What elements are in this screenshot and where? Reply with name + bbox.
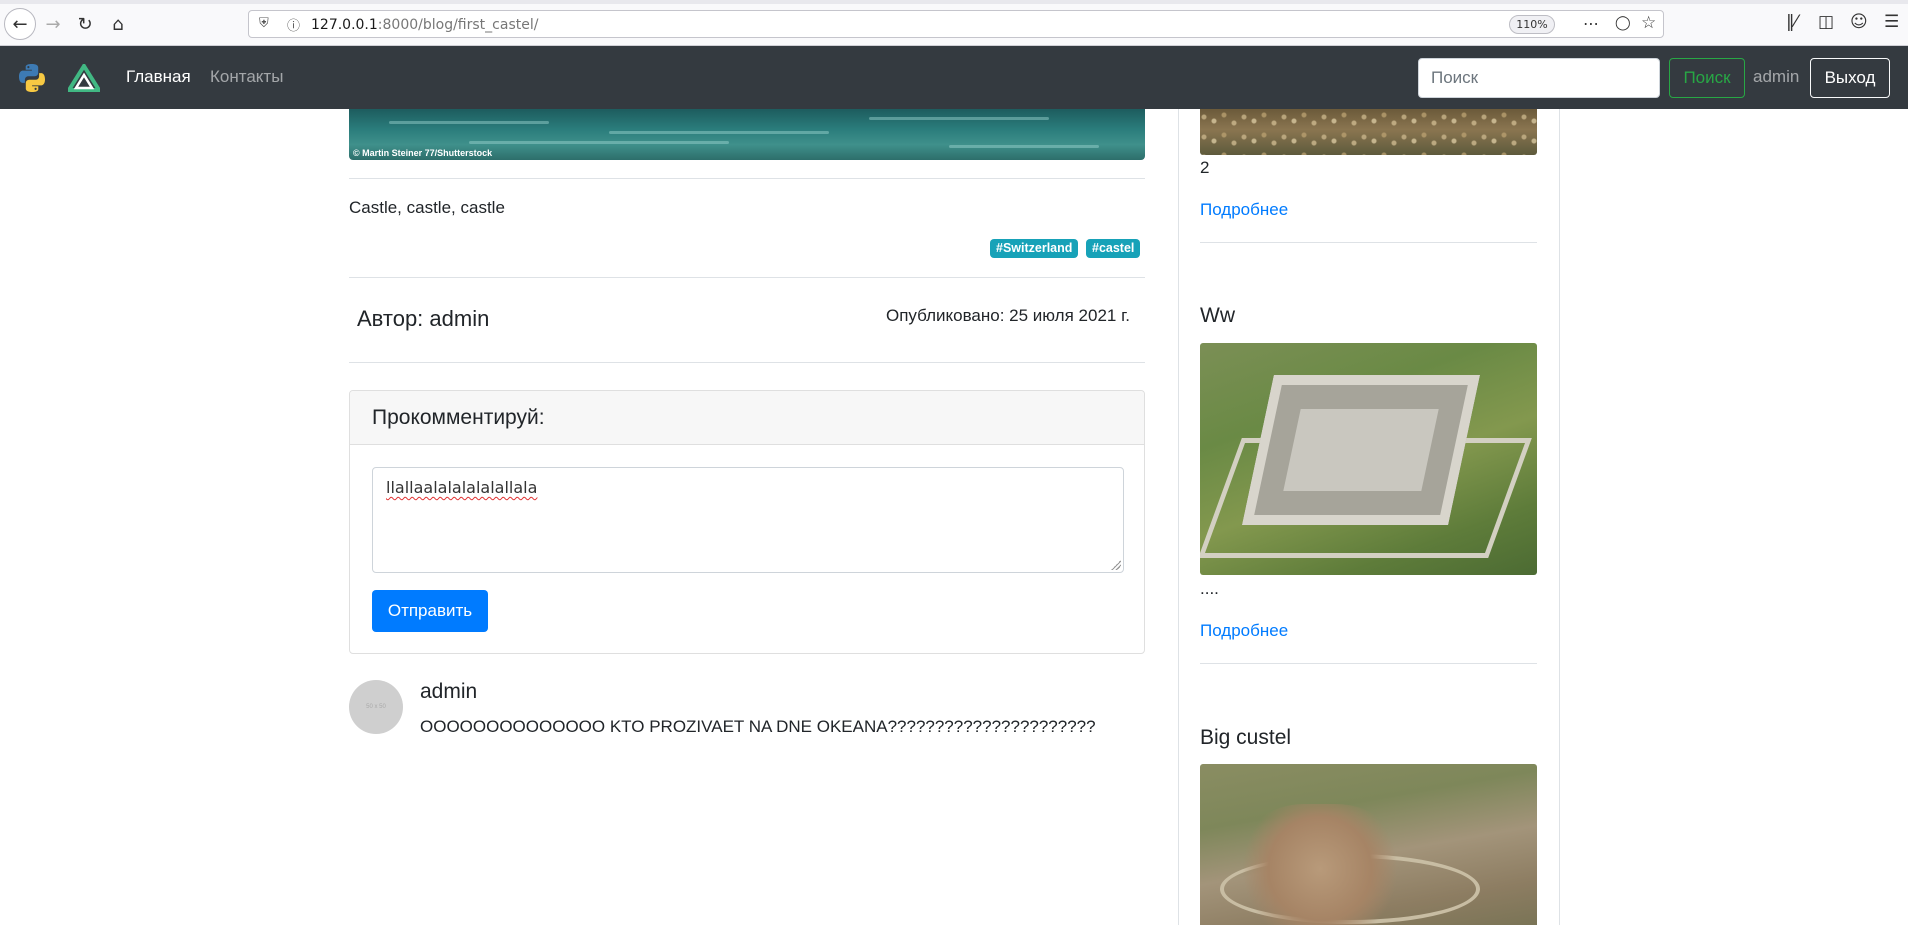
resize-handle-icon[interactable] — [1111, 560, 1121, 570]
shield-icon[interactable]: ⛨ — [259, 16, 269, 31]
divider — [349, 277, 1145, 278]
address-bar[interactable]: ⛨ ⓘ 127.0.0.1:8000/blog/first_castel/ 11… — [248, 10, 1664, 38]
nav-username[interactable]: admin — [1753, 67, 1799, 87]
divider — [1200, 242, 1537, 243]
comment-form-card: Прокомментируй: llallaalalalalalallala О… — [349, 390, 1145, 654]
comment-body: OOOOOOOOOOOOOO KTO PROZIVAET NA DNE OKEA… — [420, 717, 1096, 736]
vue-logo-icon[interactable] — [68, 64, 100, 92]
url-host: 127.0.0.1 — [311, 17, 378, 33]
browser-toolbar: ← → ↻ ⌂ ⛨ ⓘ 127.0.0.1:8000/blog/first_ca… — [0, 0, 1908, 46]
search-input[interactable] — [1418, 58, 1660, 98]
forward-icon[interactable]: → — [38, 9, 68, 39]
sidebar-post-title[interactable]: Big custel — [1200, 726, 1291, 750]
bookmark-star-icon[interactable]: ☆ — [1641, 13, 1656, 33]
menu-icon[interactable]: ☰ — [1884, 12, 1899, 32]
url-text[interactable]: 127.0.0.1:8000/blog/first_castel/ — [311, 17, 538, 33]
home-icon[interactable]: ⌂ — [103, 9, 133, 39]
sidebar-read-more-link[interactable]: Подробнее — [1200, 200, 1288, 220]
account-icon[interactable]: ☺ — [1850, 12, 1868, 32]
more-actions-icon[interactable]: ⋯ — [1583, 14, 1600, 33]
divider — [349, 178, 1145, 179]
sidebar-post-text: 2 — [1200, 158, 1210, 177]
post-published-date: Опубликовано: 25 июля 2021 г. — [886, 306, 1130, 325]
comment-form-title: Прокомментируй: — [372, 406, 545, 429]
sidebar-post-title[interactable]: Ww — [1200, 304, 1235, 328]
divider — [1200, 663, 1537, 664]
post-author: Автор: admin — [357, 306, 490, 331]
tag-badge-castel[interactable]: #castel — [1086, 239, 1141, 258]
comment-textarea[interactable]: llallaalalalalalallala — [372, 467, 1124, 573]
submit-comment-button[interactable]: Отправить — [372, 590, 488, 632]
avatar: 50 x 50 — [349, 680, 403, 734]
url-path: :8000/blog/first_castel/ — [377, 17, 539, 33]
sidebar-post-image[interactable] — [1200, 343, 1537, 575]
sidebar-post-image[interactable] — [1200, 764, 1537, 925]
comment-author: admin — [420, 680, 478, 703]
pocket-icon[interactable]: ◯ — [1615, 15, 1631, 31]
back-icon[interactable]: ← — [4, 8, 36, 40]
image-credit: © Martin Steiner 77/Shutterstock — [353, 148, 493, 158]
divider — [349, 362, 1145, 363]
info-icon[interactable]: ⓘ — [287, 15, 300, 34]
sidebar-toggle-icon[interactable]: ◫ — [1818, 12, 1834, 32]
python-logo-icon[interactable] — [16, 62, 48, 94]
sidebar-post-image[interactable] — [1200, 109, 1537, 155]
sidebar-post-text: .... — [1200, 579, 1219, 598]
logout-button[interactable]: Выход — [1810, 58, 1890, 98]
comment-form-header: Прокомментируй: — [350, 391, 1144, 445]
search-button[interactable]: Поиск — [1669, 58, 1745, 98]
nav-home-link[interactable]: Главная — [126, 67, 191, 87]
post-image: © Martin Steiner 77/Shutterstock — [349, 109, 1145, 160]
post-text: Castle, castle, castle — [349, 198, 505, 217]
zoom-level[interactable]: 110% — [1509, 15, 1555, 34]
library-icon[interactable]: ‖⁄ — [1786, 12, 1797, 32]
site-navbar: Главная Контакты Поиск admin Выход — [0, 46, 1908, 109]
nav-contacts-link[interactable]: Контакты — [210, 67, 283, 87]
tab-strip — [0, 0, 1908, 4]
comment-textarea-value: llallaalalalalalallala — [386, 478, 538, 497]
avatar-placeholder-text: 50 x 50 — [366, 704, 386, 710]
sidebar-read-more-link[interactable]: Подробнее — [1200, 621, 1288, 641]
tag-badge-switzerland[interactable]: #Switzerland — [990, 239, 1079, 258]
reload-icon[interactable]: ↻ — [70, 9, 100, 39]
